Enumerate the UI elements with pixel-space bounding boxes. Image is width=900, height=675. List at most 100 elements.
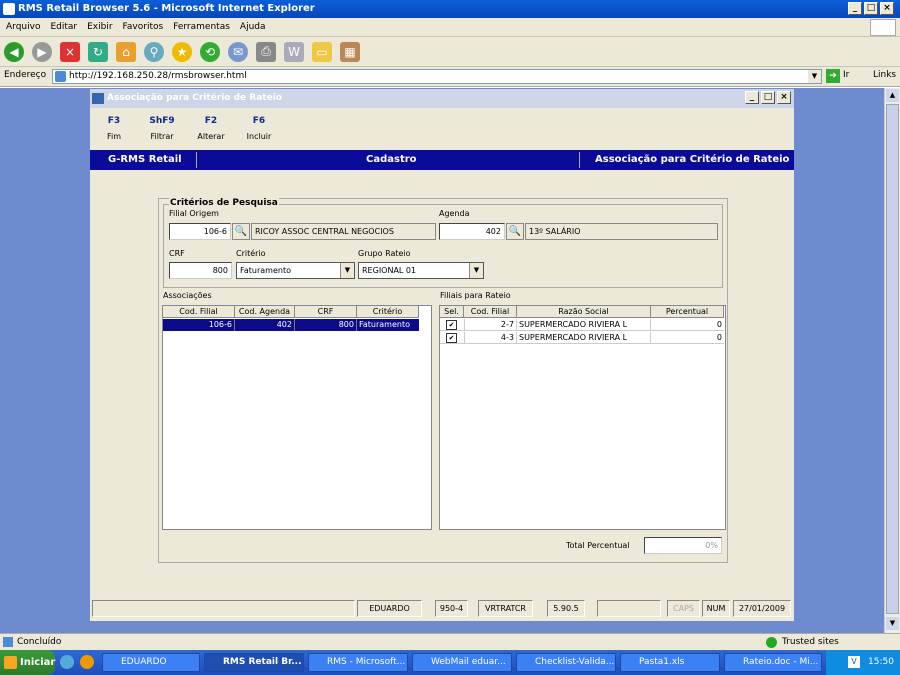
col-percentual[interactable]: Percentual	[651, 306, 724, 318]
criterio-select[interactable]: Faturamento ▼	[236, 262, 355, 279]
trusted-sites-icon	[766, 637, 777, 648]
menu-exibir[interactable]: Exibir	[87, 22, 112, 32]
total-percentual-field: 0%	[644, 537, 722, 554]
back-icon[interactable]: ◀	[4, 41, 24, 62]
refresh-icon[interactable]: ↻	[88, 41, 108, 62]
maximize-button[interactable]: □	[864, 2, 878, 15]
address-input[interactable]: http://192.168.250.28/rmsbrowser.html ▼	[52, 69, 822, 84]
app-close-button[interactable]: ×	[777, 91, 791, 104]
vertical-scrollbar[interactable]: ▲ ▼	[884, 88, 900, 633]
table-row[interactable]: 106-6 402 800 Faturamento	[163, 319, 419, 331]
fkey-fim[interactable]: F3 Fim	[102, 116, 126, 141]
zone-text: Trusted sites	[782, 637, 839, 647]
col-cod-filial[interactable]: Cod. Filial	[464, 306, 517, 318]
fkey-filtrar[interactable]: ShF9 Filtrar	[146, 116, 178, 141]
status-empty	[597, 600, 661, 617]
col-cod-agenda[interactable]: Cod. Agenda	[235, 306, 295, 318]
favorites-icon[interactable]: ★	[172, 41, 192, 62]
address-dropdown-icon[interactable]: ▼	[808, 70, 821, 83]
filial-origem-input[interactable]: 106-6	[169, 223, 231, 240]
menu-arquivo[interactable]: Arquivo	[6, 22, 40, 32]
select-checkbox[interactable]: ✔	[446, 320, 457, 330]
print-icon[interactable]: ⎙	[256, 41, 276, 62]
search-icon[interactable]: ⚲	[144, 41, 164, 62]
ie-quicklaunch-icon[interactable]	[60, 655, 74, 669]
scroll-up-icon[interactable]: ▲	[886, 89, 899, 102]
crf-input[interactable]: 800	[169, 262, 232, 279]
research-icon[interactable]: ▦	[340, 41, 360, 62]
history-icon[interactable]: ⟲	[200, 41, 220, 62]
table-row[interactable]: ✔ 2-7 SUPERMERCADO RIVIERA L 0	[440, 319, 724, 331]
agenda-input[interactable]: 402	[439, 223, 505, 240]
filial-description: RICOY ASSOC CENTRAL NEGOCIOS	[251, 223, 436, 240]
mail-icon[interactable]: ✉	[228, 41, 248, 62]
taskbar: Iniciar EDUARDO RMS Retail Br... RMS - M…	[0, 650, 900, 675]
home-icon[interactable]: ⌂	[116, 41, 136, 62]
go-button[interactable]: Ir	[843, 70, 849, 80]
app-title: Associação para Critério de Rateio	[107, 93, 282, 103]
associacoes-label: Associações	[163, 291, 212, 300]
header-module: G-RMS Retail	[108, 154, 182, 165]
task-rms-retail[interactable]: RMS Retail Br...	[204, 653, 304, 672]
task-eduardo[interactable]: EDUARDO	[102, 653, 200, 672]
task-rms-microsoft[interactable]: RMS - Microsoft...	[308, 653, 408, 672]
fkey-alterar[interactable]: F2 Alterar	[194, 116, 228, 141]
fkey-incluir[interactable]: F6 Incluir	[244, 116, 274, 141]
menu-bar: Arquivo Editar Exibir Favoritos Ferramen…	[0, 18, 900, 37]
table-row[interactable]: ✔ 4-3 SUPERMERCADO RIVIERA L 0	[440, 332, 724, 344]
windows-logo-icon	[4, 656, 17, 669]
system-tray: V 15:50	[826, 650, 900, 675]
edit-icon[interactable]: W	[284, 41, 304, 62]
folder-icon[interactable]: ▭	[312, 41, 332, 62]
col-cod-filial[interactable]: Cod. Filial	[163, 306, 235, 318]
start-button[interactable]: Iniciar	[0, 650, 55, 675]
chevron-down-icon[interactable]: ▼	[469, 263, 483, 278]
quicklaunch-icon[interactable]	[80, 655, 94, 669]
app-minimize-button[interactable]: _	[745, 91, 759, 104]
agenda-description: 13º SALÁRIO	[525, 223, 718, 240]
status-text: Concluído	[17, 637, 62, 647]
status-caps: CAPS	[667, 600, 700, 617]
filiais-grid[interactable]: Sel. Cod. Filial Razão Social Percentual…	[439, 305, 726, 530]
page-done-icon	[3, 637, 13, 647]
crf-label: CRF	[169, 249, 185, 258]
forward-icon[interactable]: ▶	[32, 41, 52, 62]
agenda-lookup-icon[interactable]: 🔍	[506, 223, 524, 240]
menu-favoritos[interactable]: Favoritos	[123, 22, 164, 32]
scroll-thumb[interactable]	[886, 104, 899, 614]
header-screen: Associação para Critério de Rateio	[595, 154, 790, 165]
select-checkbox[interactable]: ✔	[446, 333, 457, 343]
status-message	[92, 600, 355, 617]
associacoes-grid[interactable]: Cod. Filial Cod. Agenda CRF Critério 106…	[162, 305, 432, 530]
app-title-bar: Associação para Critério de Rateio _ □ ×	[90, 89, 794, 108]
status-num: NUM	[702, 600, 730, 617]
col-razao-social[interactable]: Razão Social	[517, 306, 651, 318]
menu-ferramentas[interactable]: Ferramentas	[173, 22, 230, 32]
task-checklist[interactable]: Checklist-Valida...	[516, 653, 616, 672]
grupo-rateio-select[interactable]: REGIONAL 01 ▼	[358, 262, 484, 279]
menu-editar[interactable]: Editar	[50, 22, 77, 32]
rms-logo-icon	[92, 93, 104, 104]
menu-ajuda[interactable]: Ajuda	[240, 22, 266, 32]
scroll-down-icon[interactable]: ▼	[886, 617, 899, 630]
page-icon	[55, 71, 66, 82]
col-sel[interactable]: Sel.	[440, 306, 464, 318]
minimize-button[interactable]: _	[848, 2, 862, 15]
tray-icon[interactable]: V	[848, 656, 860, 668]
links-button[interactable]: Links	[873, 70, 896, 80]
status-user: EDUARDO	[357, 600, 422, 617]
chevron-down-icon[interactable]: ▼	[340, 263, 354, 278]
col-criterio[interactable]: Critério	[357, 306, 419, 318]
col-crf[interactable]: CRF	[295, 306, 357, 318]
task-pasta1[interactable]: Pasta1.xls	[620, 653, 720, 672]
task-webmail[interactable]: WebMail eduar...	[412, 653, 512, 672]
stop-icon[interactable]: ×	[60, 41, 80, 62]
close-button[interactable]: ×	[880, 2, 894, 15]
status-filial: 950-4	[435, 600, 468, 617]
app-maximize-button[interactable]: □	[761, 91, 775, 104]
go-icon[interactable]: ➔	[826, 69, 840, 83]
filial-lookup-icon[interactable]: 🔍	[232, 223, 250, 240]
task-rateio-doc[interactable]: Rateio.doc - Mi...	[724, 653, 822, 672]
total-label: Total Percentual	[566, 541, 630, 550]
status-date: 27/01/2009	[733, 600, 791, 617]
